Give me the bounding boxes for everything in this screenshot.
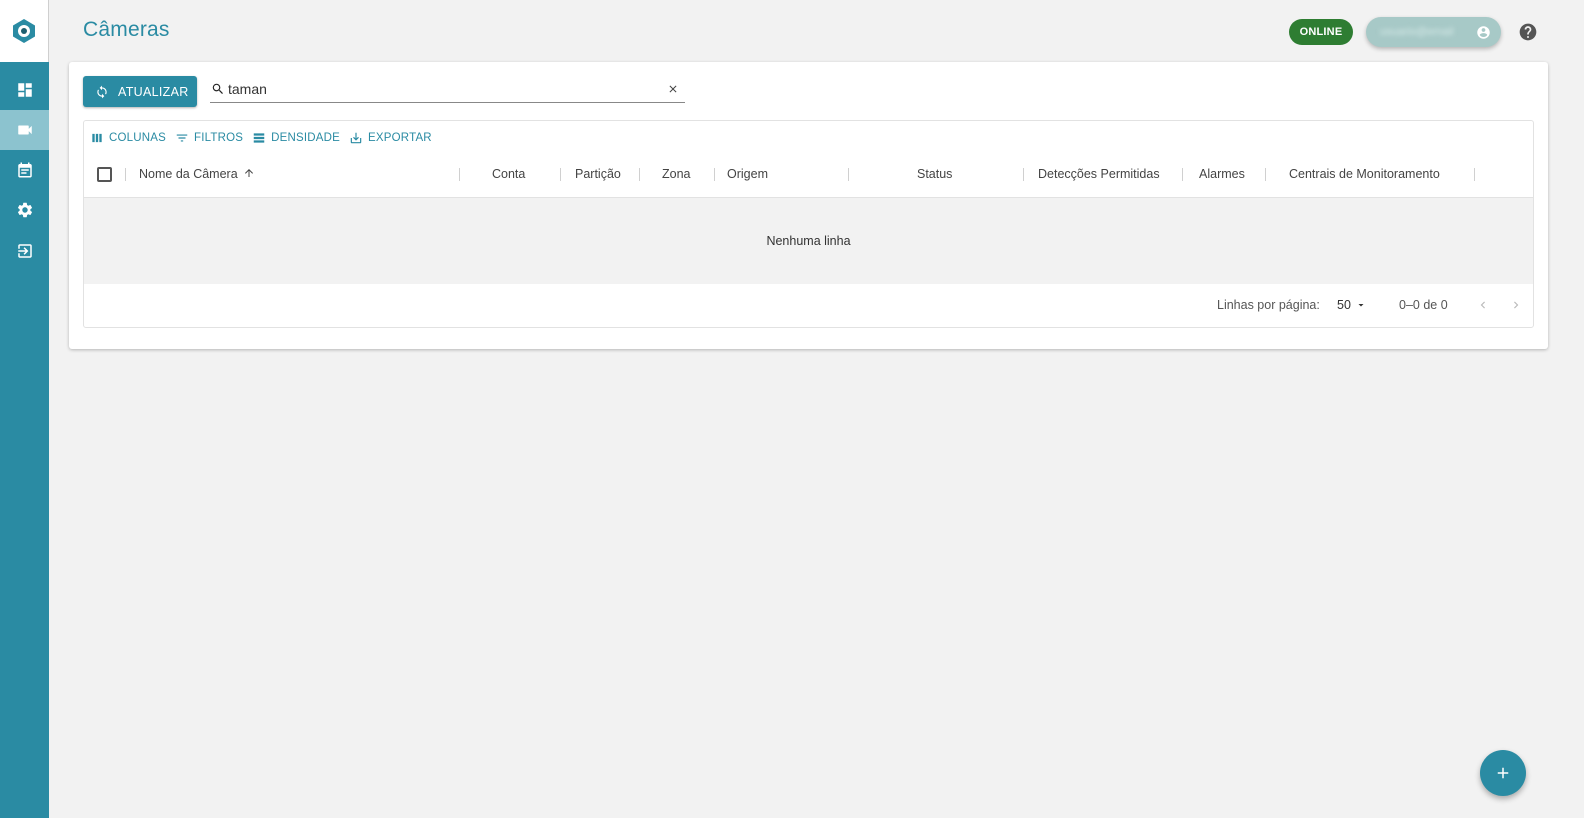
arrow-up-icon[interactable] bbox=[243, 167, 255, 179]
logout-icon bbox=[17, 244, 32, 258]
pagination-footer: Linhas por página: 50 0–0 de 0 bbox=[84, 284, 1533, 327]
export-button[interactable]: EXPORTAR bbox=[349, 131, 432, 145]
chevron-right-icon[interactable] bbox=[1509, 298, 1523, 312]
select-all-checkbox[interactable] bbox=[97, 167, 112, 182]
search-field bbox=[210, 76, 685, 103]
cameras-table: COLUNAS FILTROS DENSIDADE EXPORTAR Nome … bbox=[83, 120, 1534, 328]
cameras-card: ATUALIZAR COLUNAS FILTROS DENSIDADE EXPO… bbox=[69, 62, 1548, 349]
column-header-name-label: Nome da Câmera bbox=[139, 167, 238, 181]
status-badge: ONLINE bbox=[1289, 19, 1353, 45]
density-button[interactable]: DENSIDADE bbox=[252, 131, 340, 145]
filters-button[interactable]: FILTROS bbox=[175, 131, 243, 145]
column-header-status[interactable]: Status bbox=[917, 167, 952, 181]
column-separator[interactable] bbox=[560, 168, 561, 181]
refresh-button-label: ATUALIZAR bbox=[118, 84, 189, 99]
help-icon[interactable] bbox=[1518, 22, 1538, 42]
close-icon[interactable] bbox=[667, 83, 679, 95]
density-button-label: DENSIDADE bbox=[271, 132, 341, 144]
user-name: usuario@email bbox=[1380, 26, 1454, 38]
page-title: Câmeras bbox=[83, 18, 170, 41]
sidebar-item-logout[interactable] bbox=[0, 231, 49, 271]
dashboard-icon bbox=[17, 83, 32, 97]
pagination-range: 0–0 de 0 bbox=[1399, 298, 1448, 312]
columns-button-label: COLUNAS bbox=[109, 132, 166, 144]
account-circle-icon bbox=[1477, 25, 1490, 39]
density-icon bbox=[253, 133, 265, 143]
column-separator[interactable] bbox=[714, 168, 715, 181]
empty-rows-overlay: Nenhuma linha bbox=[84, 198, 1533, 284]
column-header-detections[interactable]: Detecções Permitidas bbox=[1038, 167, 1160, 181]
column-separator[interactable] bbox=[1474, 168, 1475, 181]
column-separator[interactable] bbox=[639, 168, 640, 181]
filters-button-label: FILTROS bbox=[194, 132, 244, 144]
sidebar-item-settings[interactable] bbox=[0, 190, 49, 230]
column-separator[interactable] bbox=[1265, 168, 1266, 181]
dropdown-arrow-icon bbox=[1358, 304, 1364, 307]
sync-icon bbox=[97, 85, 107, 98]
column-header-account[interactable]: Conta bbox=[492, 167, 525, 181]
column-header-zone[interactable]: Zona bbox=[662, 167, 691, 181]
camera-icon bbox=[17, 125, 32, 135]
refresh-button[interactable]: ATUALIZAR bbox=[83, 76, 197, 107]
grid-toolbar: COLUNAS FILTROS DENSIDADE EXPORTAR bbox=[90, 129, 441, 147]
search-input[interactable] bbox=[228, 81, 648, 97]
column-separator[interactable] bbox=[459, 168, 460, 181]
column-header-partition[interactable]: Partição bbox=[575, 167, 621, 181]
sidebar-item-calendar[interactable] bbox=[0, 150, 49, 190]
chevron-left-icon[interactable] bbox=[1476, 298, 1490, 312]
column-separator[interactable] bbox=[848, 168, 849, 181]
plus-icon bbox=[1497, 767, 1509, 779]
sidebar-item-cameras[interactable] bbox=[0, 110, 49, 150]
add-camera-button[interactable] bbox=[1480, 750, 1526, 796]
calendar-icon bbox=[17, 162, 32, 178]
rows-per-page-select[interactable]: 50 bbox=[1337, 298, 1367, 312]
user-menu-button[interactable]: usuario@email bbox=[1366, 17, 1501, 47]
settings-icon bbox=[17, 202, 32, 218]
column-header-origin[interactable]: Origem bbox=[727, 167, 768, 181]
columns-icon bbox=[92, 133, 102, 143]
column-header-name[interactable]: Nome da Câmera bbox=[139, 167, 255, 181]
app-logo[interactable] bbox=[0, 0, 49, 62]
rows-per-page-label: Linhas por página: bbox=[1217, 298, 1320, 312]
columns-button[interactable]: COLUNAS bbox=[90, 131, 166, 145]
column-separator[interactable] bbox=[1182, 168, 1183, 181]
search-icon bbox=[212, 83, 223, 94]
column-header-monitoring-centers[interactable]: Centrais de Monitoramento bbox=[1289, 167, 1440, 181]
export-button-label: EXPORTAR bbox=[368, 132, 432, 144]
sidebar bbox=[0, 0, 49, 818]
download-icon bbox=[350, 132, 362, 144]
rows-per-page-value: 50 bbox=[1337, 298, 1351, 312]
table-header: Nome da Câmera Conta Partição Zona Orige… bbox=[84, 153, 1533, 198]
filter-icon bbox=[176, 134, 188, 142]
column-separator[interactable] bbox=[1023, 168, 1024, 181]
eye-logo-icon bbox=[13, 19, 35, 43]
column-header-alarms[interactable]: Alarmes bbox=[1199, 167, 1245, 181]
column-separator[interactable] bbox=[125, 168, 126, 181]
empty-message: Nenhuma linha bbox=[766, 234, 851, 248]
sidebar-item-dashboard[interactable] bbox=[0, 70, 49, 110]
